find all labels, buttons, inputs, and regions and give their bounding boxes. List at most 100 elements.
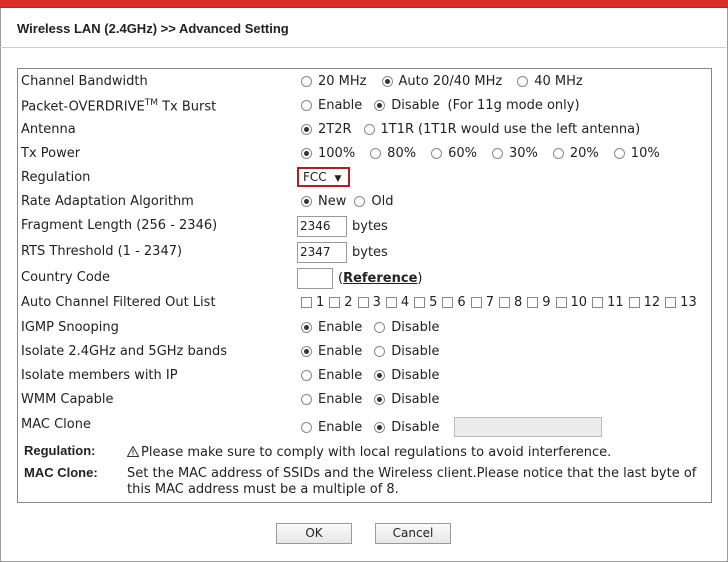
wmm-enable-radio[interactable]	[301, 394, 312, 405]
checkbox-box[interactable]	[628, 297, 640, 308]
txpower-60-label: 60%	[448, 146, 477, 161]
channel-checkbox-13[interactable]: 13	[665, 295, 697, 310]
mac-clone-note-label: MAC Clone:	[24, 465, 98, 480]
isolate-bands-disable-radio[interactable]	[374, 346, 386, 357]
channel-checkbox-7[interactable]: 7	[470, 295, 494, 310]
txpower-100-radio[interactable]	[301, 148, 312, 159]
isolate-ip-disable-option[interactable]: Disable	[374, 368, 440, 383]
rate-old-radio[interactable]	[354, 196, 366, 207]
isolate-ip-disable-radio[interactable]	[374, 370, 386, 381]
overdrive-enable-option[interactable]: Enable	[301, 98, 362, 113]
checkbox-box[interactable]	[470, 297, 482, 308]
isolate-ip-enable-option[interactable]: Enable	[301, 368, 362, 383]
mac-clone-disable-label: Disable	[391, 419, 440, 435]
checkbox-box[interactable]	[329, 297, 341, 308]
mac-clone-enable-radio[interactable]	[301, 421, 312, 433]
channel-checkbox-4[interactable]: 4	[385, 295, 409, 310]
bw-20mhz-radio[interactable]	[301, 76, 312, 87]
antenna-2t2r-option[interactable]: 2T2R	[301, 122, 352, 137]
bw-auto-radio[interactable]	[381, 76, 393, 87]
channel-checkbox-11[interactable]: 11	[592, 295, 624, 310]
mac-clone-address-input[interactable]	[453, 417, 602, 437]
channel-bandwidth-label: Channel Bandwidth	[21, 74, 148, 89]
country-code-input[interactable]	[297, 268, 333, 289]
txpower-80-radio[interactable]	[370, 148, 382, 159]
txpower-80-option[interactable]: 80%	[370, 146, 416, 161]
regulation-control: FCC ▼	[297, 167, 350, 187]
wmm-enable-option[interactable]: Enable	[301, 392, 362, 407]
rate-new-option[interactable]: New	[301, 194, 346, 209]
checkbox-box[interactable]	[527, 297, 539, 308]
checkbox-box[interactable]	[301, 297, 312, 308]
isolate-bands-enable-radio[interactable]	[301, 346, 312, 357]
row-igmp-snooping: IGMP Snooping Enable Disable	[18, 317, 711, 341]
txpower-10-option[interactable]: 10%	[613, 146, 660, 161]
page-title: Wireless LAN (2.4GHz) >> Advanced Settin…	[17, 21, 289, 36]
channel-checkbox-2[interactable]: 2	[329, 295, 353, 310]
packet-overdrive-label-suffix: Tx Burst	[157, 99, 217, 115]
channel-checkbox-1[interactable]: 1	[301, 295, 324, 310]
checkbox-box[interactable]	[357, 297, 369, 308]
bw-auto-option[interactable]: Auto 20/40 MHz	[381, 74, 502, 89]
txpower-60-option[interactable]: 60%	[431, 146, 477, 161]
txpower-20-option[interactable]: 20%	[552, 146, 599, 161]
reference-link[interactable]: Reference	[343, 271, 417, 286]
checkbox-box[interactable]	[555, 297, 567, 308]
mac-clone-disable-option[interactable]: Disable	[374, 419, 440, 435]
antenna-1t1r-radio[interactable]	[363, 124, 375, 135]
igmp-disable-option[interactable]: Disable	[374, 320, 440, 335]
channel-checkbox-10[interactable]: 10	[555, 295, 587, 310]
mac-clone-enable-option[interactable]: Enable	[301, 420, 362, 435]
checkbox-box[interactable]	[498, 297, 510, 308]
isolate-bands-label: Isolate 2.4GHz and 5GHz bands	[21, 344, 227, 359]
row-channel-bandwidth: Channel Bandwidth 20 MHz Auto 20/40 MHz …	[18, 71, 711, 95]
channel-checkbox-9[interactable]: 9	[527, 295, 551, 310]
igmp-enable-radio[interactable]	[301, 322, 312, 333]
rate-new-radio[interactable]	[301, 196, 312, 207]
igmp-disable-radio[interactable]	[374, 322, 386, 333]
ok-button[interactable]: OK	[276, 523, 352, 544]
txpower-60-radio[interactable]	[431, 148, 443, 159]
channel-number: 13	[680, 295, 697, 310]
rts-threshold-input[interactable]: 2347	[297, 242, 347, 263]
regulation-select[interactable]: FCC ▼	[297, 167, 350, 187]
wmm-disable-option[interactable]: Disable	[374, 392, 440, 407]
checkbox-box[interactable]	[414, 297, 426, 308]
txpower-30-option[interactable]: 30%	[491, 146, 538, 161]
channel-checkbox-5[interactable]: 5	[414, 295, 437, 310]
bw-40mhz-radio[interactable]	[517, 76, 529, 87]
isolate-bands-disable-option[interactable]: Disable	[374, 344, 440, 359]
checkbox-box[interactable]	[385, 297, 397, 308]
fragment-length-input[interactable]: 2346	[297, 216, 347, 237]
txpower-20-radio[interactable]	[552, 148, 564, 159]
overdrive-enable-radio[interactable]	[301, 100, 312, 111]
isolate-bands-enable-option[interactable]: Enable	[301, 344, 362, 359]
antenna-1t1r-option[interactable]: 1T1R	[363, 122, 414, 137]
isolate-bands-disable-label: Disable	[391, 344, 440, 359]
antenna-2t2r-radio[interactable]	[301, 124, 312, 135]
channel-checkbox-3[interactable]: 3	[357, 295, 381, 310]
bw-40mhz-option[interactable]: 40 MHz	[517, 74, 583, 89]
checkbox-box[interactable]	[442, 297, 454, 308]
channel-checkbox-8[interactable]: 8	[498, 295, 522, 310]
txpower-30-radio[interactable]	[491, 148, 503, 159]
mac-clone-disable-radio[interactable]	[374, 421, 386, 433]
checkbox-box[interactable]	[665, 297, 677, 308]
rate-old-option[interactable]: Old	[354, 194, 393, 209]
igmp-enable-option[interactable]: Enable	[301, 320, 362, 335]
txpower-100-option[interactable]: 100%	[301, 146, 355, 161]
bw-20mhz-option[interactable]: 20 MHz	[301, 74, 367, 89]
overdrive-disable-option[interactable]: Disable	[374, 98, 440, 113]
row-packet-overdrive: Packet-OVERDRIVETM Tx Burst Enable Disab…	[18, 95, 711, 119]
channel-checkbox-6[interactable]: 6	[442, 295, 466, 310]
overdrive-disable-radio[interactable]	[374, 100, 386, 111]
auto-channel-label: Auto Channel Filtered Out List	[21, 295, 216, 310]
wmm-disable-radio[interactable]	[374, 394, 386, 405]
row-mac-clone: MAC Clone Enable Disable	[18, 414, 711, 438]
txpower-10-radio[interactable]	[613, 148, 625, 159]
regulation-note: Please make sure to comply with local re…	[126, 445, 707, 461]
checkbox-box[interactable]	[592, 297, 604, 308]
isolate-ip-enable-radio[interactable]	[301, 370, 312, 381]
cancel-button[interactable]: Cancel	[375, 523, 451, 544]
channel-checkbox-12[interactable]: 12	[628, 295, 660, 310]
